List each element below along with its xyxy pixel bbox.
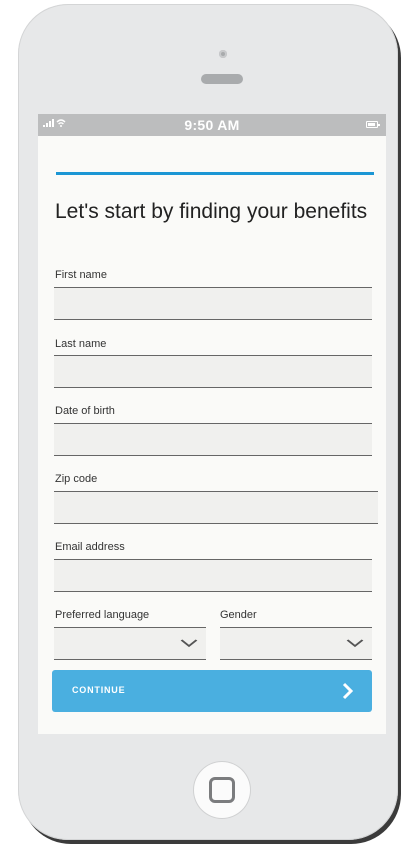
- continue-label: CONTINUE: [72, 685, 126, 695]
- zip-label: Zip code: [55, 473, 98, 485]
- email-input[interactable]: [54, 560, 372, 591]
- progress-bar: [56, 172, 374, 175]
- first-name-bottom-line: [54, 319, 372, 320]
- battery-icon: [366, 121, 380, 128]
- status-bar: 9:50 AM: [38, 114, 386, 136]
- first-name-label: First name: [55, 269, 107, 281]
- dob-bottom-line: [54, 455, 372, 456]
- dob-input[interactable]: [54, 424, 372, 455]
- zip-bottom-line: [54, 523, 378, 524]
- camera-icon: [219, 50, 227, 58]
- first-name-input[interactable]: [54, 288, 372, 319]
- status-time: 9:50 AM: [184, 117, 240, 133]
- email-bottom-line: [54, 591, 372, 592]
- gender-bottom-line: [220, 659, 372, 660]
- language-label: Preferred language: [55, 609, 150, 621]
- dob-label: Date of birth: [55, 405, 115, 417]
- home-button[interactable]: [194, 762, 250, 818]
- last-name-input[interactable]: [54, 356, 372, 387]
- continue-button[interactable]: CONTINUE: [52, 670, 372, 712]
- last-name-label: Last name: [55, 338, 107, 350]
- page-title: Let's start by finding your benefits: [55, 200, 368, 223]
- chevron-down-icon[interactable]: [180, 635, 198, 651]
- speaker-grille: [201, 74, 243, 84]
- chevron-down-icon[interactable]: [346, 635, 364, 651]
- home-button-icon: [209, 777, 235, 803]
- chevron-right-icon: [342, 678, 354, 706]
- language-bottom-line: [54, 659, 206, 660]
- gender-label: Gender: [220, 609, 257, 621]
- last-name-bottom-line: [54, 387, 372, 388]
- phone-screen: 9:50 AM Let's start by finding your bene…: [38, 114, 386, 734]
- form-container: Let's start by finding your benefits Fir…: [38, 136, 386, 734]
- email-label: Email address: [55, 541, 125, 553]
- zip-input[interactable]: [54, 492, 378, 523]
